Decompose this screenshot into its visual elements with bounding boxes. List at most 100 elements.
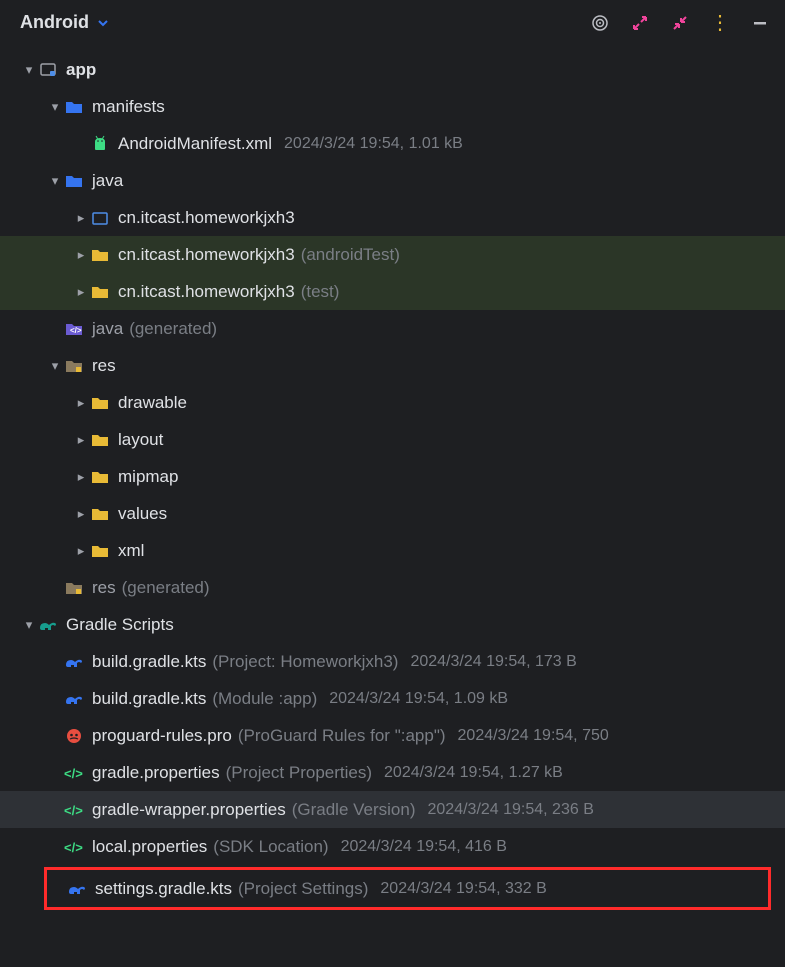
- more-icon[interactable]: ⋮: [711, 14, 729, 32]
- chevron-down-icon[interactable]: ▾: [20, 62, 38, 78]
- folder-icon: [90, 504, 110, 524]
- node-label: build.gradle.kts: [92, 652, 206, 672]
- node-meta: 2024/3/24 19:54, 1.09 kB: [329, 690, 508, 708]
- node-sub: (Module :app): [212, 689, 317, 709]
- properties-icon: </>: [64, 837, 84, 857]
- chevron-right-icon[interactable]: ▸: [72, 543, 90, 559]
- node-label: java: [92, 171, 123, 191]
- node-meta: 2024/3/24 19:54, 416 B: [341, 838, 507, 856]
- package-icon: [90, 245, 110, 265]
- node-label: cn.itcast.homeworkjxh3: [118, 208, 295, 228]
- minimize-icon[interactable]: [751, 14, 769, 32]
- properties-icon: </>: [64, 800, 84, 820]
- tree-node-package[interactable]: ▸ cn.itcast.homeworkjxh3: [0, 199, 785, 236]
- folder-icon: [64, 171, 84, 191]
- chevron-right-icon[interactable]: ▸: [72, 469, 90, 485]
- tree-node-mipmap[interactable]: ▸ mipmap: [0, 458, 785, 495]
- node-label: build.gradle.kts: [92, 689, 206, 709]
- node-sub: (SDK Location): [213, 837, 328, 857]
- node-sub: (generated): [122, 578, 210, 598]
- tree-node-package-androidtest[interactable]: ▸ cn.itcast.homeworkjxh3 (androidTest): [0, 236, 785, 273]
- module-icon: [38, 60, 58, 80]
- node-label: drawable: [118, 393, 187, 413]
- package-icon: [90, 282, 110, 302]
- tree-node-layout[interactable]: ▸ layout: [0, 421, 785, 458]
- folder-icon: [90, 430, 110, 450]
- node-label: res: [92, 356, 116, 376]
- tree-node-local-properties[interactable]: ▾ </> local.properties (SDK Location) 20…: [0, 828, 785, 865]
- project-tree: ▾ app ▾ manifests ▾ AndroidManifest.xml …: [0, 45, 785, 916]
- svg-text:</>: </>: [64, 766, 83, 781]
- folder-icon: [90, 393, 110, 413]
- node-sub: (Gradle Version): [292, 800, 416, 820]
- node-label: app: [66, 60, 96, 80]
- chevron-down-icon[interactable]: ▾: [46, 173, 64, 189]
- node-label: gradle.properties: [92, 763, 220, 783]
- tree-node-gradle-properties[interactable]: ▾ </> gradle.properties (Project Propert…: [0, 754, 785, 791]
- chevron-down-icon[interactable]: ▾: [46, 99, 64, 115]
- view-title[interactable]: Android: [20, 12, 89, 33]
- tree-node-app[interactable]: ▾ app: [0, 51, 785, 88]
- node-label: manifests: [92, 97, 165, 117]
- target-icon[interactable]: [591, 14, 609, 32]
- node-label: xml: [118, 541, 144, 561]
- folder-icon: [64, 97, 84, 117]
- tree-node-java[interactable]: ▾ java: [0, 162, 785, 199]
- chevron-right-icon[interactable]: ▸: [72, 506, 90, 522]
- node-sub: (ProGuard Rules for ":app"): [238, 726, 446, 746]
- node-label: mipmap: [118, 467, 178, 487]
- node-sub: (Project: Homeworkjxh3): [212, 652, 398, 672]
- gradle-kts-icon: [64, 689, 84, 709]
- svg-text:</>: </>: [70, 326, 82, 335]
- chevron-right-icon[interactable]: ▸: [72, 284, 90, 300]
- tree-node-androidmanifest[interactable]: ▾ AndroidManifest.xml 2024/3/24 19:54, 1…: [0, 125, 785, 162]
- proguard-icon: [64, 726, 84, 746]
- gradle-icon: [38, 615, 58, 635]
- node-label: local.properties: [92, 837, 207, 857]
- tree-node-settings-gradle[interactable]: ▾ settings.gradle.kts (Project Settings)…: [47, 870, 768, 907]
- svg-text:</>: </>: [64, 840, 83, 855]
- tree-node-build-gradle-app[interactable]: ▾ build.gradle.kts (Module :app) 2024/3/…: [0, 680, 785, 717]
- tree-node-drawable[interactable]: ▸ drawable: [0, 384, 785, 421]
- node-sub: (test): [301, 282, 340, 302]
- node-meta: 2024/3/24 19:54, 173 B: [410, 653, 576, 671]
- tree-node-proguard[interactable]: ▾ proguard-rules.pro (ProGuard Rules for…: [0, 717, 785, 754]
- node-label: layout: [118, 430, 163, 450]
- highlighted-annotation: ▾ settings.gradle.kts (Project Settings)…: [44, 867, 771, 910]
- node-meta: 2024/3/24 19:54, 332 B: [380, 880, 546, 898]
- node-label: values: [118, 504, 167, 524]
- chevron-right-icon[interactable]: ▸: [72, 432, 90, 448]
- package-icon: [90, 208, 110, 228]
- node-sub: (androidTest): [301, 245, 400, 265]
- expand-icon[interactable]: [631, 14, 649, 32]
- tree-node-java-gen[interactable]: </> java (generated): [0, 310, 785, 347]
- collapse-icon[interactable]: [671, 14, 689, 32]
- node-sub: (Project Settings): [238, 879, 368, 899]
- node-sub: (generated): [129, 319, 217, 339]
- panel-header: Android ⋮: [0, 0, 785, 45]
- tree-node-xml[interactable]: ▸ xml: [0, 532, 785, 569]
- properties-icon: </>: [64, 763, 84, 783]
- tree-node-gradle-wrapper[interactable]: ▾ </> gradle-wrapper.properties (Gradle …: [0, 791, 785, 828]
- chevron-right-icon[interactable]: ▸: [72, 395, 90, 411]
- chevron-right-icon[interactable]: ▸: [72, 247, 90, 263]
- gradle-kts-icon: [64, 652, 84, 672]
- tree-node-gradle-scripts[interactable]: ▾ Gradle Scripts: [0, 606, 785, 643]
- chevron-down-icon[interactable]: [97, 17, 109, 29]
- chevron-down-icon[interactable]: ▾: [20, 617, 38, 633]
- tree-node-manifests[interactable]: ▾ manifests: [0, 88, 785, 125]
- node-label: cn.itcast.homeworkjxh3: [118, 245, 295, 265]
- chevron-down-icon[interactable]: ▾: [46, 358, 64, 374]
- tree-node-values[interactable]: ▸ values: [0, 495, 785, 532]
- tree-node-build-gradle-project[interactable]: ▾ build.gradle.kts (Project: Homeworkjxh…: [0, 643, 785, 680]
- node-label: cn.itcast.homeworkjxh3: [118, 282, 295, 302]
- folder-icon: [90, 541, 110, 561]
- chevron-right-icon[interactable]: ▸: [72, 210, 90, 226]
- node-meta: 2024/3/24 19:54, 750: [458, 727, 609, 745]
- node-label: java: [92, 319, 123, 339]
- tree-node-package-test[interactable]: ▸ cn.itcast.homeworkjxh3 (test): [0, 273, 785, 310]
- tree-node-res-gen[interactable]: res (generated): [0, 569, 785, 606]
- node-meta: 2024/3/24 19:54, 1.01 kB: [284, 135, 463, 153]
- tree-node-res[interactable]: ▾ res: [0, 347, 785, 384]
- generated-folder-icon: </>: [64, 319, 84, 339]
